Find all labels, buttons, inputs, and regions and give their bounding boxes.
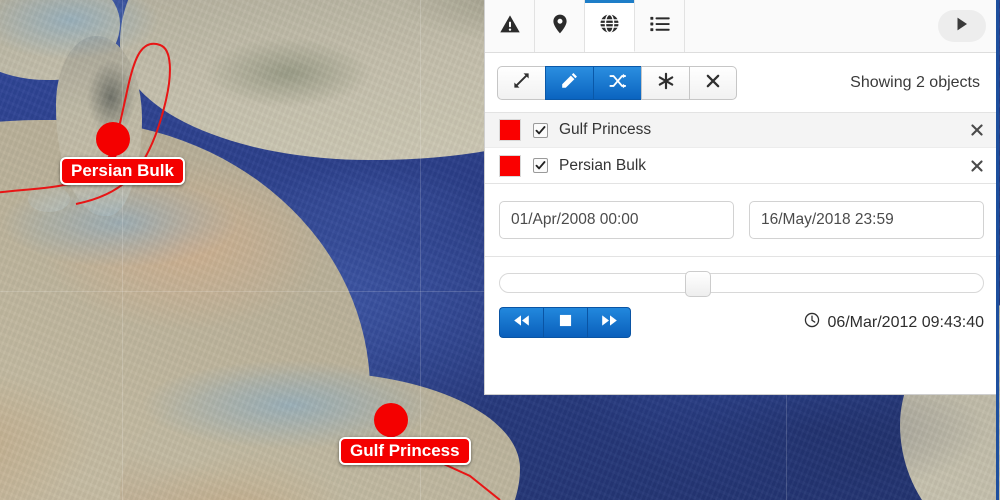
timeline-slider-track[interactable]	[499, 271, 984, 297]
clear-button[interactable]	[689, 66, 737, 100]
visibility-checkbox[interactable]	[533, 122, 548, 138]
clock-icon	[804, 312, 820, 333]
play-triangle-icon	[955, 16, 969, 37]
asterisk-icon	[657, 72, 675, 95]
map-label-gulf-princess[interactable]: Gulf Princess	[339, 437, 471, 465]
rewind-button[interactable]	[499, 307, 543, 338]
visibility-checkbox[interactable]	[533, 158, 548, 173]
map-graticule-horizontal	[0, 291, 484, 292]
timeline-slider-wrapper	[485, 257, 998, 297]
current-time-display: 06/Mar/2012 09:43:40	[804, 312, 984, 333]
color-swatch[interactable]	[499, 154, 521, 177]
object-list: Gulf Princess Persian Bulk	[485, 113, 998, 184]
measure-button[interactable]	[497, 66, 545, 100]
panel-expand-button[interactable]	[938, 10, 986, 42]
shuffle-icon	[608, 72, 627, 95]
tab-list[interactable]	[635, 0, 685, 52]
current-time-text: 06/Mar/2012 09:43:40	[827, 313, 984, 331]
object-name-label: Persian Bulk	[559, 156, 647, 174]
shuffle-button[interactable]	[593, 66, 641, 100]
end-date-input[interactable]	[749, 201, 984, 239]
playback-row: 06/Mar/2012 09:43:40	[485, 293, 998, 338]
pencil-icon	[561, 72, 578, 94]
tab-alerts[interactable]	[485, 0, 535, 52]
object-count-status: Showing 2 objects	[850, 74, 980, 91]
object-list-item-persian-bulk[interactable]: Persian Bulk	[485, 148, 998, 183]
fast-forward-button[interactable]	[587, 307, 631, 338]
asterisk-button[interactable]	[641, 66, 689, 100]
control-panel: Showing 2 objects Gulf Princess Persian …	[484, 0, 998, 395]
tab-bar-spacer	[685, 0, 938, 52]
map-label-persian-bulk[interactable]: Persian Bulk	[60, 157, 185, 185]
playback-button-group	[499, 307, 631, 338]
tab-globe[interactable]	[585, 0, 635, 52]
close-x-icon	[705, 73, 721, 94]
panel-toolbar: Showing 2 objects	[485, 53, 998, 113]
timeline-slider-handle[interactable]	[684, 271, 711, 297]
tool-button-group	[497, 66, 737, 100]
date-range-row	[485, 184, 998, 257]
fast-forward-icon	[601, 314, 618, 332]
object-list-item-gulf-princess[interactable]: Gulf Princess	[485, 113, 998, 148]
remove-object-button[interactable]	[970, 123, 984, 137]
application-window: Persian Bulk Gulf Princess Showing 2 obj…	[0, 0, 1000, 500]
map-graticule-vertical-c	[786, 395, 787, 500]
stop-button[interactable]	[543, 307, 587, 338]
color-swatch[interactable]	[499, 119, 521, 141]
remove-object-button[interactable]	[970, 159, 984, 173]
start-date-input[interactable]	[499, 201, 734, 239]
stop-square-icon	[559, 314, 572, 332]
map-graticule-horizontal-b	[484, 395, 1000, 396]
map-graticule-vertical-b	[420, 0, 421, 500]
resize-arrows-icon	[513, 72, 530, 94]
edit-button[interactable]	[545, 66, 593, 100]
globe-icon	[598, 12, 621, 40]
panel-right-edge	[996, 0, 999, 500]
map-graticule-vertical-a	[122, 0, 123, 500]
tab-places[interactable]	[535, 0, 585, 52]
panel-tab-bar	[485, 0, 998, 53]
rewind-icon	[513, 314, 530, 332]
warning-triangle-icon	[499, 13, 521, 40]
object-name-label: Gulf Princess	[559, 121, 652, 138]
list-icon	[649, 13, 671, 40]
map-pin-icon	[549, 13, 571, 40]
